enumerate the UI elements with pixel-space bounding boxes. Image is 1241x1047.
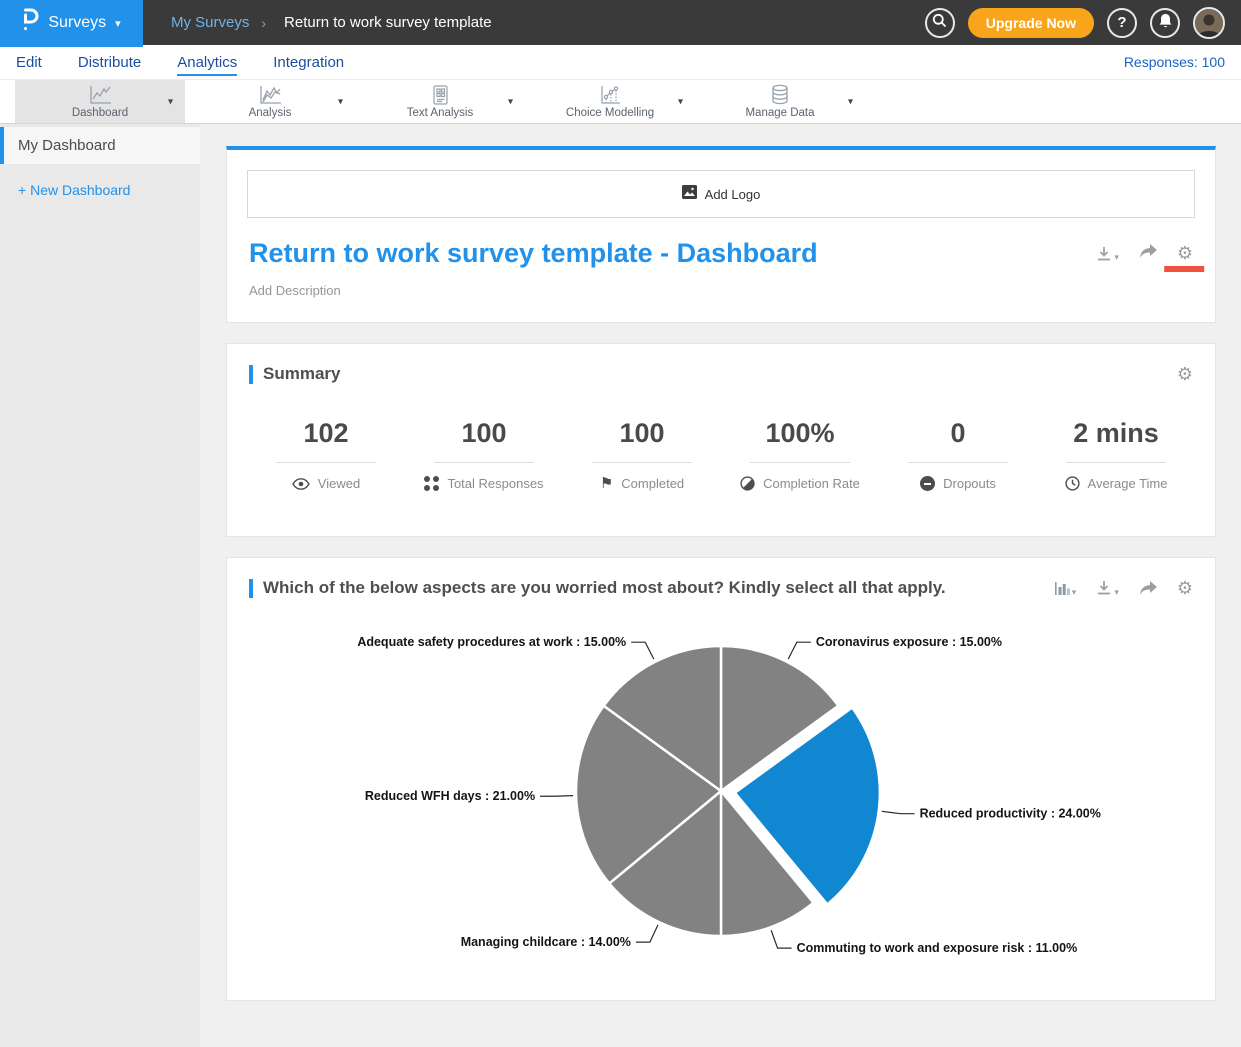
stat-viewed: 102 Viewed [247, 418, 405, 496]
pie-leader-line [636, 925, 658, 942]
red-highlight-bar [1164, 266, 1204, 272]
toolbar-item-text-analysis[interactable]: Text Analysis ▾ [355, 80, 525, 123]
chevron-down-icon: ▾ [1114, 252, 1119, 263]
settings-button[interactable]: ⚙ [1177, 244, 1193, 262]
pie-leader-line [882, 811, 915, 813]
dashboard-sidebar: My Dashboard + New Dashboard [0, 124, 200, 1047]
blue-accent-bar [249, 579, 253, 598]
summary-card: Summary ⚙ 102 [226, 343, 1216, 537]
pie-slice-label: Reduced productivity : 24.00% [920, 807, 1101, 821]
flag-icon: ⚑ [600, 476, 613, 491]
search-icon [932, 13, 947, 32]
share-chart-button[interactable] [1139, 581, 1157, 596]
add-logo-button[interactable]: Add Logo [247, 170, 1195, 218]
chevron-down-icon[interactable]: ▾ [848, 96, 853, 107]
chevron-down-icon: ▾ [1072, 587, 1077, 598]
help-button[interactable]: ? [1107, 8, 1137, 38]
line-chart-icon [87, 85, 113, 106]
toolbar-item-choice-modelling[interactable]: Choice Modelling ▾ [525, 80, 695, 123]
chevron-down-icon[interactable]: ▾ [678, 96, 683, 107]
breadcrumb-my-surveys[interactable]: My Surveys [171, 14, 249, 31]
top-bar: Surveys ▾ My Surveys › Return to work su… [0, 0, 1241, 45]
questionpro-logo-icon [22, 8, 39, 37]
blue-accent-bar [249, 365, 253, 384]
tab-distribute[interactable]: Distribute [78, 48, 141, 76]
half-circle-icon [740, 476, 755, 491]
new-dashboard-button[interactable]: + New Dashboard [0, 164, 200, 198]
pie-slice-label: Adequate safety procedures at work : 15.… [357, 635, 626, 649]
eye-icon [292, 478, 310, 490]
toolbar-item-manage-data[interactable]: Manage Data ▾ [695, 80, 865, 123]
product-menu[interactable]: Surveys ▾ [0, 0, 143, 47]
clock-icon [1065, 476, 1080, 491]
breadcrumb-separator-icon: › [261, 15, 266, 31]
share-button[interactable] [1139, 244, 1157, 259]
chevron-down-icon: ▾ [1114, 587, 1119, 598]
stat-total-responses: 100 Total Responses [405, 418, 563, 496]
chart-settings-button[interactable]: ⚙ [1177, 579, 1193, 597]
topbar-actions: Upgrade Now ? [925, 7, 1241, 39]
search-button[interactable] [925, 8, 955, 38]
notifications-button[interactable] [1150, 8, 1180, 38]
avatar[interactable] [1193, 7, 1225, 39]
minus-circle-icon [920, 476, 935, 491]
gear-icon: ⚙ [1177, 244, 1193, 262]
chevron-down-icon: ▾ [115, 17, 121, 30]
download-chart-button[interactable]: ▾ [1096, 579, 1119, 598]
area-chart-icon [257, 85, 283, 106]
question-mark-icon: ? [1117, 14, 1126, 31]
stat-dropouts: 0 Dropouts [879, 418, 1037, 496]
stat-completed: 100 ⚑ Completed [563, 418, 721, 496]
document-grid-icon [429, 85, 451, 106]
image-icon [682, 185, 697, 204]
download-button[interactable]: ▾ [1096, 244, 1119, 263]
pie-chart[interactable]: Coronavirus exposure : 15.00% Reduced pro… [227, 598, 1217, 1000]
toolbar-item-analysis[interactable]: Analysis ▾ [185, 80, 355, 123]
gear-icon: ⚙ [1177, 365, 1193, 383]
pie-slice-label: Reduced WFH days : 21.00% [365, 789, 535, 803]
product-name: Surveys [48, 14, 106, 32]
chevron-down-icon[interactable]: ▾ [168, 96, 173, 107]
toolbar-item-dashboard[interactable]: Dashboard ▾ [15, 80, 185, 123]
bell-icon [1158, 13, 1173, 33]
add-description-button[interactable]: Add Description [227, 269, 1215, 322]
analytics-toolbar: Dashboard ▾ Analysis ▾ [0, 80, 1241, 124]
chevron-down-icon[interactable]: ▾ [338, 96, 343, 107]
question-title: Which of the below aspects are you worri… [263, 578, 1054, 598]
stat-average-time: 2 mins Average Time [1037, 418, 1195, 496]
question-card: Which of the below aspects are you worri… [226, 557, 1216, 1001]
dashboard-main: Add Logo Return to work survey template … [200, 124, 1241, 1047]
pie-slice-label: Commuting to work and exposure risk : 11… [797, 941, 1078, 955]
upgrade-now-button[interactable]: Upgrade Now [968, 8, 1094, 38]
stat-completion-rate: 100% Completion Rate [721, 418, 879, 496]
tab-edit[interactable]: Edit [16, 48, 42, 76]
pie-slice-label: Managing childcare : 14.00% [461, 935, 631, 949]
pie-leader-line [771, 930, 791, 948]
summary-stats: 102 Viewed 100 [227, 384, 1215, 536]
pie-leader-line [631, 642, 654, 659]
dashboard-header-card: Add Logo Return to work survey template … [226, 146, 1216, 323]
survey-nav: Edit Distribute Analytics Integration Re… [0, 45, 1241, 80]
plus-icon: + [18, 182, 26, 198]
sidebar-item-my-dashboard[interactable]: My Dashboard [0, 127, 200, 164]
chevron-down-icon[interactable]: ▾ [508, 96, 513, 107]
summary-settings-button[interactable]: ⚙ [1177, 365, 1193, 383]
tab-integration[interactable]: Integration [273, 48, 344, 76]
pie-leader-line [788, 642, 811, 659]
tab-analytics[interactable]: Analytics [177, 48, 237, 76]
dots-grid-icon [424, 476, 439, 491]
database-icon [769, 84, 791, 106]
gear-icon: ⚙ [1177, 579, 1193, 597]
summary-title: Summary [263, 364, 1177, 384]
pie-leader-line [540, 796, 573, 797]
chart-type-button[interactable]: ▾ [1054, 579, 1077, 598]
scatter-chart-icon [598, 85, 622, 106]
breadcrumb-current: Return to work survey template [284, 14, 492, 31]
pie-slice-label: Coronavirus exposure : 15.00% [816, 635, 1002, 649]
breadcrumb: My Surveys › Return to work survey templ… [171, 14, 492, 31]
responses-count[interactable]: Responses: 100 [1124, 54, 1225, 70]
dashboard-title[interactable]: Return to work survey template - Dashboa… [249, 238, 1096, 269]
